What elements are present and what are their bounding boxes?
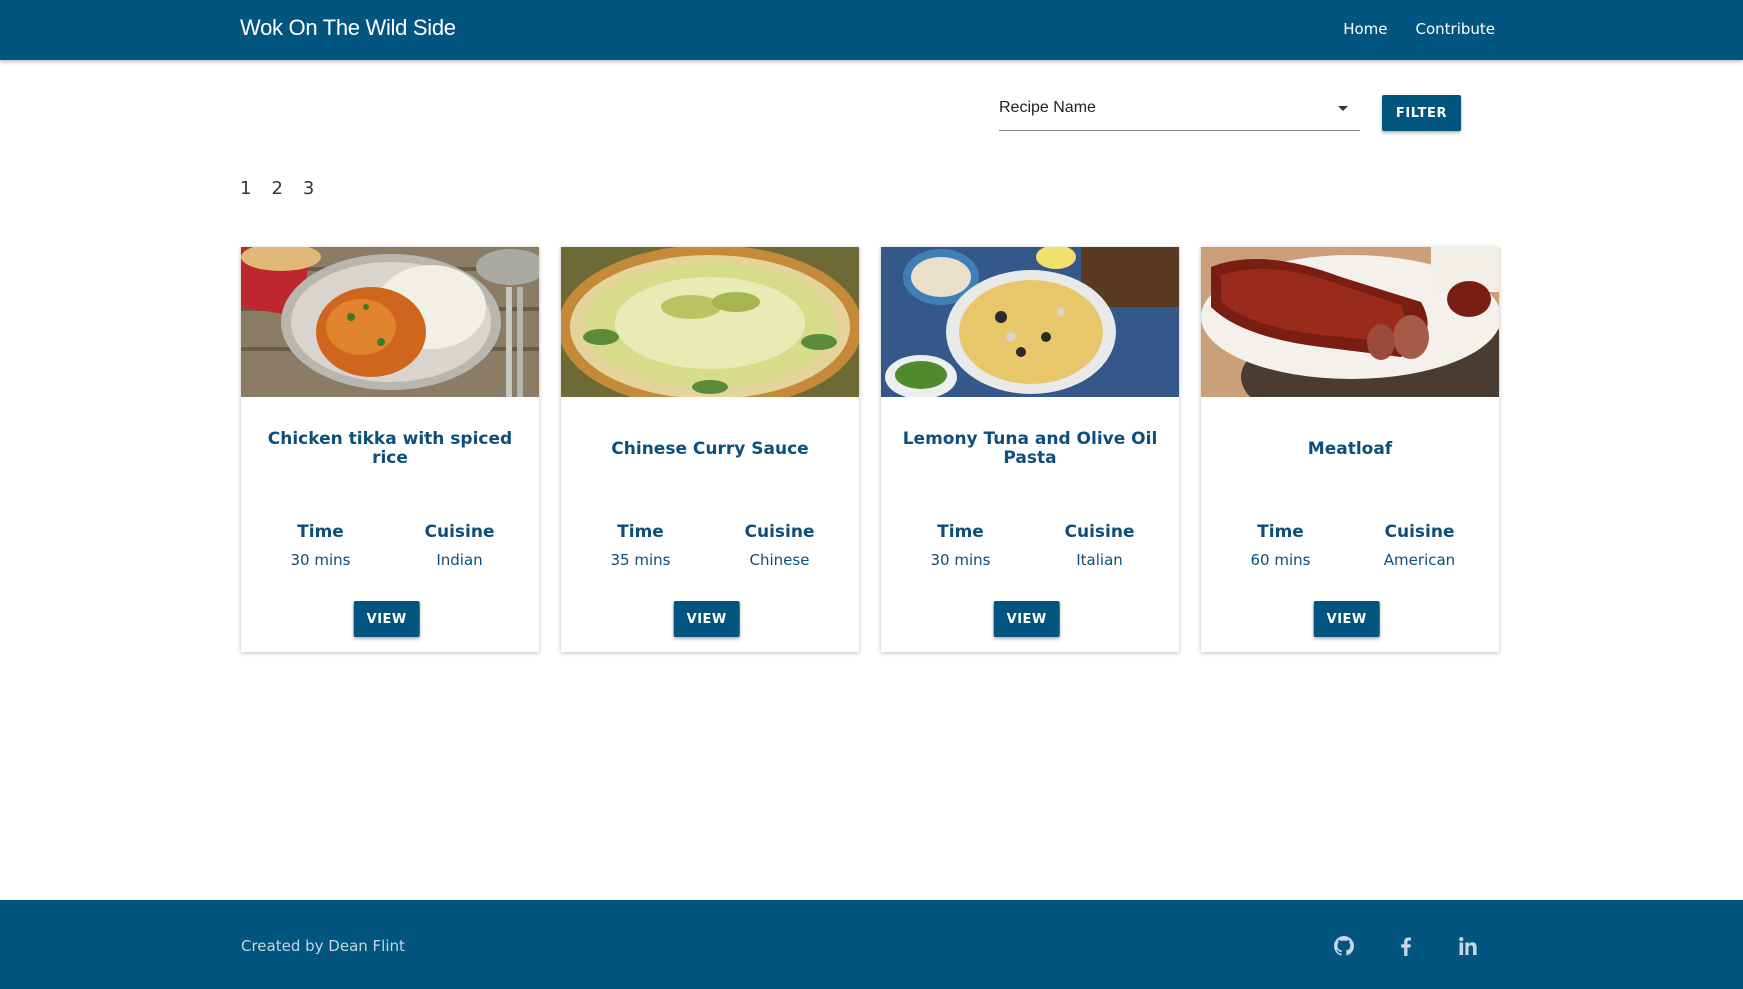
github-icon[interactable] xyxy=(1332,934,1356,958)
view-button[interactable]: VIEW xyxy=(353,601,420,637)
cuisine-label: Cuisine xyxy=(1064,522,1135,542)
recipe-meta: Time 30 mins Cuisine Italian xyxy=(881,522,1179,569)
recipe-image xyxy=(241,247,539,397)
recipe-meta: Time 60 mins Cuisine American xyxy=(1201,522,1499,569)
time-value: 30 mins xyxy=(930,551,991,569)
cuisine-value: American xyxy=(1383,551,1456,569)
recipe-meta: Time 30 mins Cuisine Indian xyxy=(241,522,539,569)
page-link-1[interactable]: 1 xyxy=(240,178,251,199)
recipe-title: Chicken tikka with spiced rice xyxy=(267,429,513,468)
recipe-title: Meatloaf xyxy=(1307,438,1393,459)
footer: Created by Dean Flint xyxy=(0,900,1743,989)
recipe-image xyxy=(561,247,859,397)
filter-select-value: Recipe Name xyxy=(999,99,1096,116)
footer-credit: Created by Dean Flint xyxy=(241,937,405,955)
navbar: Wok On The Wild Side Home Contribute xyxy=(0,0,1743,60)
nav-link-home[interactable]: Home xyxy=(1343,20,1387,38)
recipe-image xyxy=(1201,247,1499,397)
time-label: Time xyxy=(1257,522,1304,542)
nav-link-contribute[interactable]: Contribute xyxy=(1415,20,1495,38)
time-value: 35 mins xyxy=(610,551,671,569)
pagination: 1 2 3 xyxy=(240,178,314,199)
page-link-3[interactable]: 3 xyxy=(303,178,314,199)
recipe-cards: Chicken tikka with spiced rice Time 30 m… xyxy=(241,247,1499,652)
social-links xyxy=(1332,934,1480,958)
time-value: 30 mins xyxy=(290,551,351,569)
cuisine-label: Cuisine xyxy=(424,522,495,542)
view-button[interactable]: VIEW xyxy=(993,601,1060,637)
time-label: Time xyxy=(297,522,344,542)
recipe-card: Meatloaf Time 60 mins Cuisine American V… xyxy=(1201,247,1499,652)
time-value: 60 mins xyxy=(1250,551,1311,569)
cuisine-value: Italian xyxy=(1076,551,1123,569)
recipe-meta: Time 35 mins Cuisine Chinese xyxy=(561,522,859,569)
brand-title[interactable]: Wok On The Wild Side xyxy=(240,15,456,41)
view-button[interactable]: VIEW xyxy=(673,601,740,637)
recipe-title: Lemony Tuna and Olive Oil Pasta xyxy=(902,429,1158,468)
nav-links: Home Contribute xyxy=(1343,20,1495,38)
facebook-icon[interactable] xyxy=(1394,934,1418,958)
page-link-2[interactable]: 2 xyxy=(271,178,282,199)
filter-button[interactable]: FILTER xyxy=(1382,95,1461,131)
filter-select[interactable]: Recipe Name xyxy=(999,92,1360,131)
linkedin-icon[interactable] xyxy=(1456,934,1480,958)
cuisine-value: Indian xyxy=(436,551,483,569)
time-label: Time xyxy=(937,522,984,542)
cuisine-label: Cuisine xyxy=(1384,522,1455,542)
recipe-image xyxy=(881,247,1179,397)
recipe-card: Chinese Curry Sauce Time 35 mins Cuisine… xyxy=(561,247,859,652)
caret-down-icon xyxy=(1338,106,1348,111)
cuisine-value: Chinese xyxy=(749,551,810,569)
view-button[interactable]: VIEW xyxy=(1313,601,1380,637)
cuisine-label: Cuisine xyxy=(744,522,815,542)
recipe-title: Chinese Curry Sauce xyxy=(611,438,809,459)
time-label: Time xyxy=(617,522,664,542)
recipe-card: Lemony Tuna and Olive Oil Pasta Time 30 … xyxy=(881,247,1179,652)
recipe-card: Chicken tikka with spiced rice Time 30 m… xyxy=(241,247,539,652)
